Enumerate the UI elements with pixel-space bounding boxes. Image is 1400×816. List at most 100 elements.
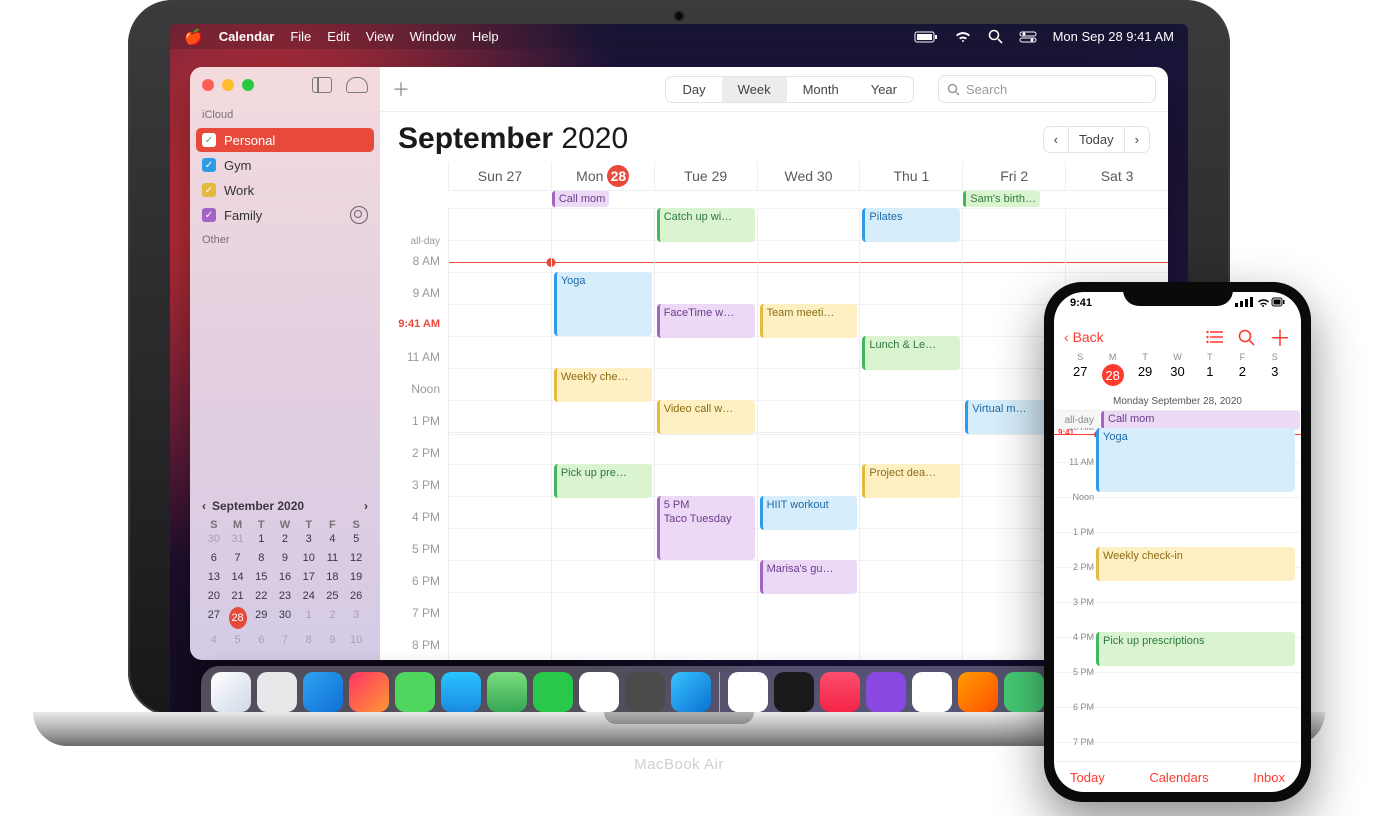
event[interactable]: Project dea… <box>862 464 960 498</box>
dock-app-0[interactable] <box>211 672 251 712</box>
dock-app-7[interactable] <box>533 672 573 712</box>
menu-view[interactable]: View <box>366 29 394 44</box>
day-header[interactable]: Wed 30 <box>757 162 860 191</box>
seg-year[interactable]: Year <box>855 77 913 102</box>
menu-window[interactable]: Window <box>410 29 456 44</box>
toggle-sidebar-icon[interactable] <box>312 77 332 93</box>
calendar-personal[interactable]: Personal <box>196 128 374 152</box>
calendar-family[interactable]: Family <box>196 203 374 227</box>
event[interactable]: 5 PM Taco Tuesday <box>657 496 755 560</box>
inbox-icon[interactable] <box>346 77 368 93</box>
day-header[interactable]: Mon 28 <box>551 162 654 191</box>
battery-icon[interactable] <box>914 31 938 43</box>
window-close[interactable] <box>202 79 214 91</box>
dock-app-14[interactable] <box>866 672 906 712</box>
view-segment: Day Week Month Year <box>665 76 914 103</box>
event[interactable]: Team meeti… <box>760 304 858 338</box>
day-header[interactable]: Sat 3 <box>1065 162 1168 191</box>
tab-calendars[interactable]: Calendars <box>1149 770 1208 785</box>
seg-day[interactable]: Day <box>666 77 721 102</box>
day-header[interactable]: Thu 1 <box>859 162 962 191</box>
iphone-schedule[interactable]: 10 AM11 AMNoon1 PM2 PM3 PM4 PM5 PM6 PM7 … <box>1054 428 1301 762</box>
spotlight-icon[interactable] <box>988 29 1003 44</box>
dock-app-1[interactable] <box>257 672 297 712</box>
tab-today[interactable]: Today <box>1070 770 1105 785</box>
list-icon[interactable] <box>1206 330 1224 344</box>
dock-app-6[interactable] <box>487 672 527 712</box>
dock-app-16[interactable] <box>958 672 998 712</box>
control-center-icon[interactable] <box>1019 31 1037 43</box>
dock-app-9[interactable] <box>625 672 665 712</box>
iphone-allday: all-day Call mom <box>1054 410 1301 430</box>
event[interactable]: Yoga <box>554 272 652 336</box>
calendar-window: iCloud PersonalGymWorkFamily Other ‹ Sep… <box>190 67 1168 660</box>
event[interactable]: Lunch & Le… <box>862 336 960 370</box>
next-week[interactable]: › <box>1124 127 1149 152</box>
allday-label: all-day <box>380 236 448 254</box>
today-button[interactable]: Today <box>1068 127 1124 152</box>
iphone-tabbar: Today Calendars Inbox <box>1054 761 1301 792</box>
toolbar: ＋ Day Week Month Year Search <box>380 67 1168 112</box>
event[interactable]: Video call w… <box>657 400 755 434</box>
allday-event[interactable]: Sam's birth… <box>963 191 1040 207</box>
back-button[interactable]: ‹ Back <box>1064 329 1104 345</box>
seg-week[interactable]: Week <box>722 77 787 102</box>
shared-icon <box>350 206 368 224</box>
day-header[interactable]: Tue 29 <box>654 162 757 191</box>
iphone: 9:41 ‹ Back ＋ SMTWTFS 27282930123 Monday… <box>1044 282 1311 802</box>
dock-app-12[interactable] <box>774 672 814 712</box>
dock-app-10[interactable] <box>671 672 711 712</box>
webcam <box>675 12 683 20</box>
menu-help[interactable]: Help <box>472 29 499 44</box>
search-placeholder: Search <box>966 82 1007 97</box>
window-zoom[interactable] <box>242 79 254 91</box>
search-field[interactable]: Search <box>938 75 1156 103</box>
dock-app-2[interactable] <box>303 672 343 712</box>
dock-app-8[interactable] <box>579 672 619 712</box>
event[interactable]: FaceTime w… <box>657 304 755 338</box>
mini-prev[interactable]: ‹ <box>202 499 206 513</box>
app-name[interactable]: Calendar <box>219 29 275 44</box>
iphone-toolbar: ‹ Back ＋ <box>1054 322 1301 352</box>
search-icon[interactable] <box>1238 329 1255 346</box>
iphone-event[interactable]: Pick up prescriptions <box>1096 632 1295 666</box>
event-call-mom[interactable]: Call mom <box>1101 411 1300 429</box>
calendar-gym[interactable]: Gym <box>196 153 374 177</box>
event[interactable]: Pick up pre… <box>554 464 652 498</box>
iphone-event[interactable]: Weekly check-in <box>1096 547 1295 581</box>
event[interactable]: HIIT workout <box>760 496 858 530</box>
seg-month[interactable]: Month <box>787 77 855 102</box>
event[interactable]: Weekly che… <box>554 368 652 402</box>
dock-app-13[interactable] <box>820 672 860 712</box>
mini-title: September 2020 <box>212 499 358 513</box>
apple-menu[interactable]: 🍎 <box>184 28 203 46</box>
prev-week[interactable]: ‹ <box>1044 127 1068 152</box>
dock-app-15[interactable] <box>912 672 952 712</box>
window-minimize[interactable] <box>222 79 234 91</box>
add-event-button[interactable]: ＋ <box>392 76 410 102</box>
tab-inbox[interactable]: Inbox <box>1253 770 1285 785</box>
dock-app-17[interactable] <box>1004 672 1044 712</box>
wifi-icon[interactable] <box>954 30 972 43</box>
day-header[interactable]: Fri 2 <box>962 162 1065 191</box>
add-icon[interactable]: ＋ <box>1269 321 1291 353</box>
menubar: 🍎 Calendar File Edit View Window Help Mo… <box>170 24 1188 49</box>
menu-file[interactable]: File <box>290 29 311 44</box>
allday-event[interactable]: Call mom <box>552 191 609 207</box>
mini-next[interactable]: › <box>364 499 368 513</box>
calendar-work[interactable]: Work <box>196 178 374 202</box>
dock-app-11[interactable] <box>728 672 768 712</box>
day-header[interactable]: Sun 27 <box>448 162 551 191</box>
menubar-clock[interactable]: Mon Sep 28 9:41 AM <box>1053 29 1174 44</box>
event[interactable]: Pilates <box>862 208 960 242</box>
iphone-event[interactable]: Yoga <box>1096 428 1295 492</box>
nav-buttons: ‹ Today › <box>1043 126 1150 153</box>
event[interactable]: Marisa's gu… <box>760 560 858 594</box>
menu-edit[interactable]: Edit <box>327 29 349 44</box>
dock-app-4[interactable] <box>395 672 435 712</box>
iphone-week-strip[interactable]: SMTWTFS 27282930123 <box>1054 352 1301 386</box>
event[interactable]: Catch up wi… <box>657 208 755 242</box>
dock-app-5[interactable] <box>441 672 481 712</box>
dock-app-3[interactable] <box>349 672 389 712</box>
sidebar: iCloud PersonalGymWorkFamily Other ‹ Sep… <box>190 67 380 660</box>
